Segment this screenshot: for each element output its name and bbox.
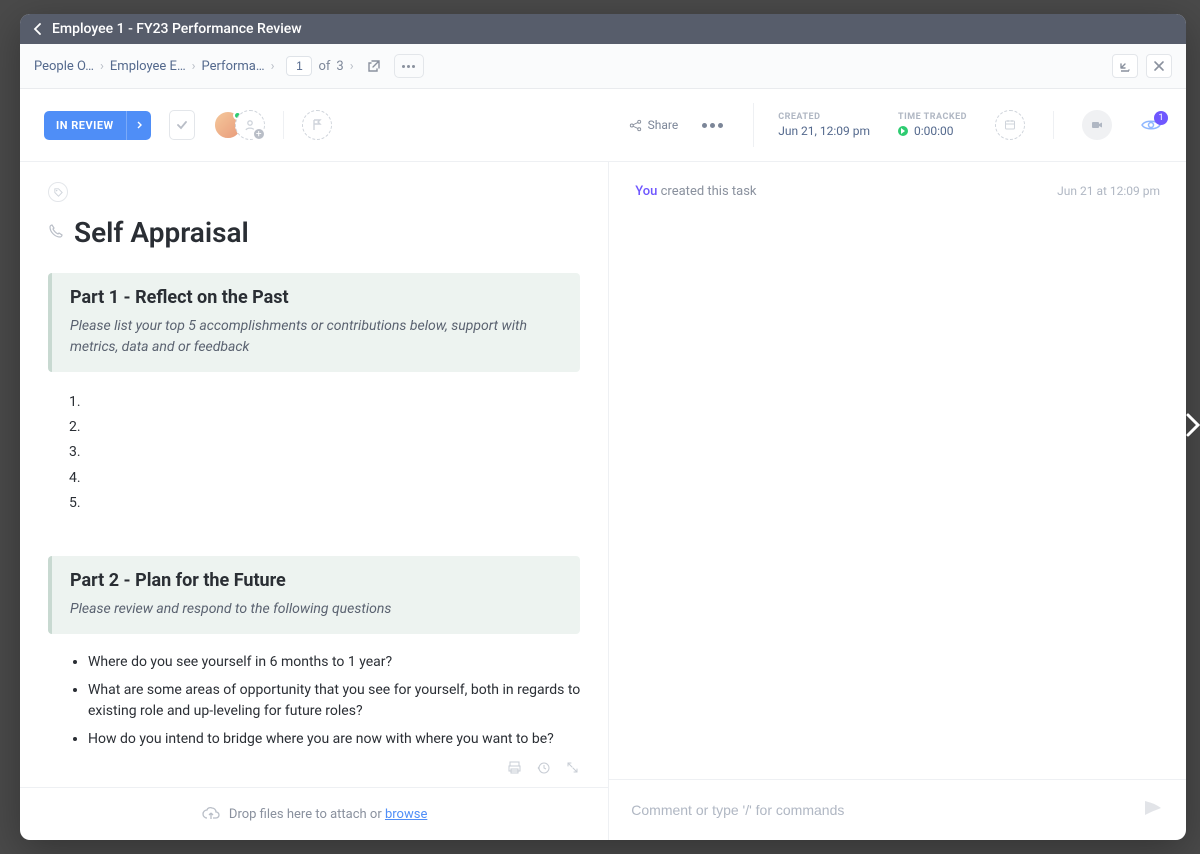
created-label: CREATED [778,112,870,122]
play-icon[interactable] [898,126,908,136]
created-block: CREATED Jun 21, 12:09 pm [778,112,870,138]
list-item[interactable] [84,440,580,465]
add-assignee-button[interactable]: + [235,110,265,140]
list-item[interactable]: How do you intend to bridge where you ar… [88,729,580,751]
chevron-right-icon: › [350,59,354,74]
phone-icon [48,223,64,243]
part2-desc: Please review and respond to the followi… [70,599,562,620]
watchers-button[interactable]: 1 [1140,117,1162,133]
plus-icon: + [252,127,266,141]
activity-entry: You created this task Jun 21 at 12:09 pm [635,184,1160,199]
breadcrumbs: People O… › Employee E… › Performa… › of… [34,52,424,80]
close-button[interactable] [1146,54,1172,78]
share-button[interactable]: Share [629,118,679,132]
breadcrumb-bar: People O… › Employee E… › Performa… › of… [20,44,1186,89]
part1-heading: Part 1 - Reflect on the Past [70,287,562,308]
created-value: Jun 21, 12:09 pm [778,124,870,138]
time-tracked-value: 0:00:00 [914,124,954,138]
print-icon[interactable] [507,760,522,779]
list-item[interactable] [84,491,580,516]
priority-button[interactable] [302,110,332,140]
task-modal: Employee 1 - FY23 Performance Review Peo… [20,14,1186,840]
time-tracked-block: TIME TRACKED 0:00:00 [898,112,967,138]
activity-panel: You created this task Jun 21 at 12:09 pm [609,162,1186,840]
list-item[interactable]: Where do you see yourself in 6 months to… [88,652,580,674]
time-tracked-label: TIME TRACKED [898,112,967,122]
list-item[interactable]: How can your manager help get you to whe… [88,757,580,758]
back-icon[interactable] [32,23,44,35]
page-total: 3 [336,59,343,74]
expand-icon[interactable] [565,760,580,779]
status-label: IN REVIEW [44,111,126,140]
due-date-button[interactable] [995,110,1025,140]
tag-button[interactable] [48,182,68,202]
divider [1053,111,1054,139]
attach-bar[interactable]: Drop files here to attach or browse [20,787,608,840]
comment-bar [609,779,1186,840]
list-item[interactable]: What are some areas of opportunity that … [88,680,580,723]
complete-button[interactable] [169,110,195,140]
page-of-label: of [318,59,330,74]
breadcrumb-item[interactable]: Employee E… [110,59,186,74]
meta-right: CREATED Jun 21, 12:09 pm TIME TRACKED 0:… [778,110,1162,140]
more-menu-icon[interactable] [394,54,424,78]
chevron-right-icon: › [192,59,196,74]
attach-text: Drop files here to attach or [229,807,385,822]
doc-panel: Self Appraisal Part 1 - Reflect on the P… [20,162,609,840]
chevron-right-icon: › [271,59,275,74]
list-item[interactable] [84,390,580,415]
activity-text: created this task [657,184,756,199]
chevron-right-icon: › [100,59,104,74]
status-dropdown-icon[interactable] [126,111,151,140]
assignee-stack: + [213,110,265,140]
cloud-upload-icon [201,806,221,822]
next-panel-chevron[interactable] [1184,411,1200,443]
list-item[interactable] [84,466,580,491]
part1-callout: Part 1 - Reflect on the Past Please list… [48,273,580,372]
watchers-count: 1 [1154,111,1168,125]
activity-feed: You created this task Jun 21 at 12:09 pm [609,162,1186,779]
doc-footer-icons [20,758,608,787]
breadcrumb-item[interactable]: Performa… [202,59,265,74]
activity-timestamp: Jun 21 at 12:09 pm [1057,184,1160,198]
task-more-menu[interactable] [696,117,729,134]
comment-input[interactable] [631,802,1142,818]
record-button[interactable] [1082,110,1112,140]
pager: of 3 › [286,56,353,76]
minimize-button[interactable] [1112,54,1138,78]
open-new-icon[interactable] [360,52,388,80]
titlebar: Employee 1 - FY23 Performance Review [20,14,1186,44]
browse-link[interactable]: browse [385,807,427,822]
part1-list[interactable] [48,390,580,516]
page-current-input[interactable] [286,56,312,76]
part2-callout: Part 2 - Plan for the Future Please revi… [48,556,580,634]
part1-desc: Please list your top 5 accomplishments o… [70,316,562,358]
status-button[interactable]: IN REVIEW [44,111,151,140]
part2-questions: Where do you see yourself in 6 months to… [48,652,580,758]
doc-title[interactable]: Self Appraisal [74,216,249,249]
task-title: Employee 1 - FY23 Performance Review [52,21,302,37]
share-label: Share [648,118,679,132]
list-item[interactable] [84,415,580,440]
activity-actor[interactable]: You [635,184,657,199]
history-icon[interactable] [536,760,551,779]
divider [283,111,284,139]
comment-send-icon[interactable] [1142,798,1164,822]
part2-heading: Part 2 - Plan for the Future [70,570,562,591]
breadcrumb-item[interactable]: People O… [34,59,94,74]
meta-bar: IN REVIEW + Share CREATED [20,89,1186,162]
